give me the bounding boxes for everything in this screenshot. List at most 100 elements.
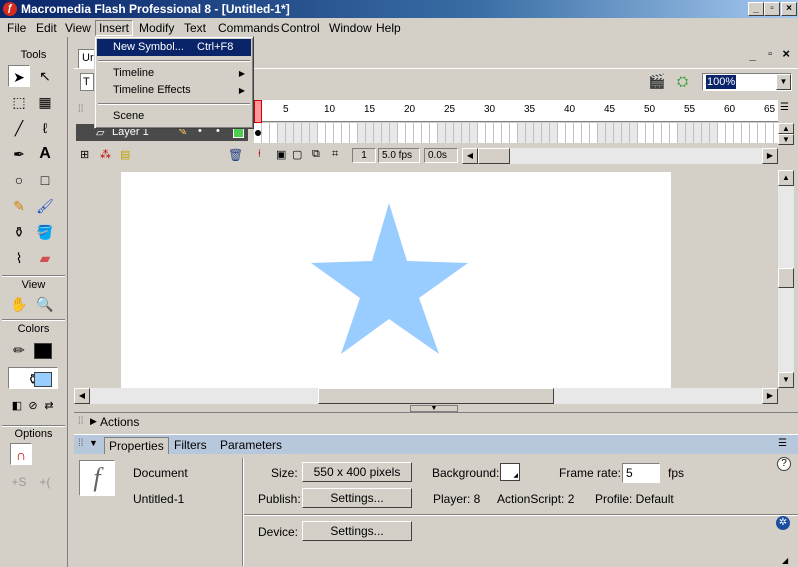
collapse-arrow-icon[interactable]: ▼ — [89, 438, 98, 448]
menu-new-symbol[interactable]: New Symbol... Ctrl+F8 — [97, 39, 251, 56]
layer-controls: ⊞ ⁂ ▤ 🗑 — [76, 147, 248, 165]
ruler-label: 25 — [444, 104, 456, 115]
insert-layer-icon[interactable]: ⊞ — [80, 148, 89, 161]
swap-colors-icon[interactable]: ⇄ — [38, 395, 60, 417]
ink-bottle-tool-icon[interactable]: ⚱ — [8, 221, 30, 243]
star-shape[interactable] — [311, 203, 468, 354]
onion-outlines-icon[interactable]: ▢ — [292, 148, 302, 161]
background-color-swatch[interactable]: ◢ — [500, 463, 520, 481]
tab-properties[interactable]: Properties — [104, 437, 169, 455]
menu-text[interactable]: Text — [181, 20, 209, 36]
panel-collapse-handle[interactable]: ▼ — [410, 405, 458, 412]
timeline-hscroll-thumb[interactable] — [478, 148, 510, 164]
keyframe-dot[interactable] — [255, 130, 261, 136]
fill-color-swatch[interactable] — [34, 372, 52, 387]
minimize-button[interactable]: _ — [748, 2, 764, 16]
line-tool-icon[interactable]: ╱ — [8, 117, 30, 139]
timeline-scroll-right-icon[interactable]: ▶ — [762, 148, 778, 164]
actions-panel-bar[interactable]: ⁞⁞ ▶ Actions — [74, 412, 798, 432]
eraser-tool-icon[interactable]: ▰ — [34, 247, 56, 269]
doc-close-icon[interactable]: × — [782, 46, 790, 61]
doc-restore-icon[interactable]: ▫ — [768, 48, 772, 60]
stage-hscroll[interactable]: ◀ ▶ — [74, 388, 778, 404]
menu-modify[interactable]: Modify — [136, 20, 177, 36]
menu-view[interactable]: View — [62, 20, 94, 36]
timeline-menu-icon[interactable]: ☰ — [780, 102, 789, 113]
properties-menu-icon[interactable]: ☰ — [778, 438, 787, 449]
properties-grip-icon: ⁞⁞ — [78, 438, 84, 449]
frame-block — [278, 123, 318, 143]
subselect-tool-icon[interactable]: ↖ — [34, 65, 56, 87]
menu-help[interactable]: Help — [373, 20, 404, 36]
zoom-tool-icon[interactable]: 🔍 — [34, 293, 56, 315]
device-settings-button[interactable]: Settings... — [302, 521, 412, 541]
brush-tool-icon[interactable]: 🖌 — [34, 195, 56, 217]
lasso-tool-icon[interactable]: ℓ — [34, 117, 56, 139]
timeline-scroll-up-icon[interactable]: ▲ — [778, 123, 794, 134]
text-tool-icon[interactable]: A — [34, 143, 56, 165]
size-button[interactable]: 550 x 400 pixels — [302, 462, 412, 482]
pen-tool-icon[interactable]: ✒ — [8, 143, 30, 165]
arrow-tool-icon[interactable]: ➤ — [8, 65, 30, 87]
playhead[interactable] — [254, 100, 262, 123]
add-motion-guide-icon[interactable]: ⁂ — [100, 148, 111, 161]
rectangle-tool-icon[interactable]: □ — [34, 169, 56, 191]
hscroll-thumb[interactable] — [318, 388, 554, 404]
timeline-vscroll[interactable]: ▲ ▼ — [778, 123, 794, 145]
menu-control[interactable]: Control — [278, 20, 323, 36]
vscroll-thumb[interactable] — [778, 268, 794, 288]
tab-filters[interactable]: Filters — [170, 437, 211, 455]
center-frame-icon[interactable]: ⍿ — [258, 148, 261, 161]
timeline-hscroll-track[interactable] — [478, 148, 762, 164]
delete-layer-icon[interactable]: 🗑 — [228, 148, 243, 162]
fill-transform-tool-icon[interactable]: ▦ — [34, 91, 56, 113]
eyedropper-tool-icon[interactable]: ⌇ — [8, 247, 30, 269]
frame-ruler[interactable]: 1 5 10 15 20 25 30 35 40 45 50 55 60 65 — [254, 100, 778, 122]
scroll-left-icon[interactable]: ◀ — [74, 388, 90, 404]
insert-folder-icon[interactable]: ▤ — [120, 148, 130, 161]
doc-minimize-icon[interactable]: _ — [749, 48, 756, 62]
menu-timeline[interactable]: Timeline ▶ — [97, 65, 251, 82]
menu-timeline-effects[interactable]: Timeline Effects ▶ — [97, 82, 251, 99]
free-transform-tool-icon[interactable]: ⬚ — [8, 91, 30, 113]
modify-onion-markers-icon[interactable]: ⌗ — [332, 148, 338, 161]
tab-parameters[interactable]: Parameters — [216, 437, 286, 455]
restore-button[interactable]: ▫ — [764, 2, 780, 16]
scroll-right-icon[interactable]: ▶ — [762, 388, 778, 404]
frame-grid[interactable] — [254, 123, 778, 143]
flash-app-icon: ƒ — [3, 2, 17, 16]
menu-file[interactable]: File — [4, 20, 29, 36]
zoom-dropdown-icon[interactable]: ▼ — [776, 74, 791, 90]
stage-vscroll[interactable]: ▲ ▼ — [778, 170, 794, 388]
stage[interactable] — [121, 172, 671, 388]
publish-settings-button[interactable]: Settings... — [302, 488, 412, 508]
menu-edit[interactable]: Edit — [33, 20, 60, 36]
paint-bucket-tool-icon[interactable]: 🪣 — [34, 221, 56, 243]
edit-scene-icon[interactable]: 🎬 — [648, 73, 665, 90]
menu-commands[interactable]: Commands — [215, 20, 282, 36]
timeline-scroll-down-icon[interactable]: ▼ — [778, 134, 794, 145]
resize-grip-icon[interactable]: ◢ — [782, 556, 788, 565]
accessibility-icon[interactable]: ✲ — [776, 516, 790, 530]
colors-header: Colors — [17, 323, 50, 335]
menu-insert[interactable]: Insert — [95, 20, 134, 36]
zoom-select[interactable]: 100% ▼ — [702, 73, 792, 91]
menu-scene[interactable]: Scene — [97, 108, 251, 125]
close-button[interactable]: × — [781, 2, 797, 16]
hand-tool-icon[interactable]: ✋ — [8, 293, 30, 315]
expand-arrow-icon[interactable]: ▶ — [90, 416, 97, 427]
snap-magnet-icon[interactable]: ∩ — [10, 443, 32, 465]
timeline-scroll-left-icon[interactable]: ◀ — [462, 148, 478, 164]
edit-multiple-frames-icon[interactable]: ⧉ — [312, 148, 320, 161]
menu-window[interactable]: Window — [326, 20, 375, 36]
help-icon[interactable]: ? — [777, 457, 791, 471]
scene-tab[interactable]: T — [80, 73, 94, 91]
stroke-color-swatch[interactable] — [34, 343, 52, 359]
scroll-up-icon[interactable]: ▲ — [778, 170, 794, 186]
oval-tool-icon[interactable]: ○ — [8, 169, 30, 191]
scroll-down-icon[interactable]: ▼ — [778, 372, 794, 388]
edit-symbols-icon[interactable]: ⛭ — [677, 73, 688, 90]
onion-skin-icon[interactable]: ▣ — [276, 148, 286, 161]
frame-rate-input[interactable]: 5 — [622, 463, 660, 483]
pencil-tool-icon[interactable]: ✎ — [8, 195, 30, 217]
